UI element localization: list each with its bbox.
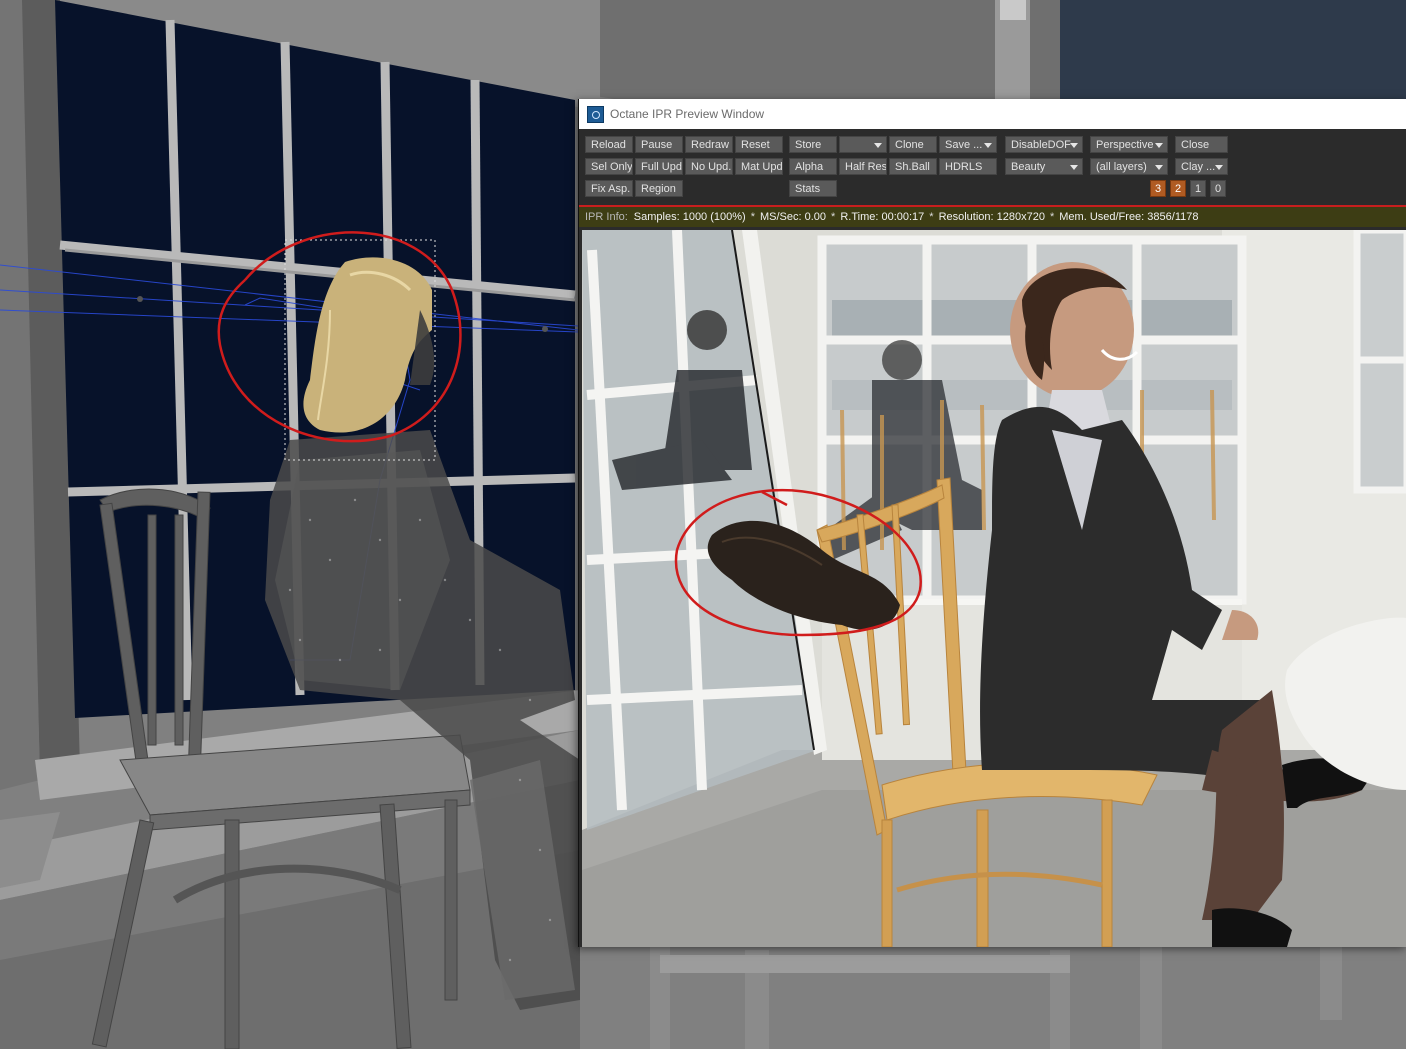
ipr-preview-window[interactable]: Octane IPR Preview Window Reload Pause R…	[578, 99, 1406, 947]
layers-dropdown[interactable]: (all layers)	[1090, 158, 1168, 175]
info-ms-sec: MS/Sec: 0.00	[759, 211, 827, 223]
close-button[interactable]: Close	[1175, 136, 1228, 153]
info-label: IPR Info:	[585, 211, 628, 223]
render-image	[582, 230, 1406, 947]
store-button[interactable]: Store	[789, 136, 837, 153]
octane-app-icon	[587, 105, 604, 123]
no-update-button[interactable]: No Upd.	[685, 158, 733, 175]
gpu-3-toggle[interactable]: 3	[1150, 180, 1166, 197]
title-bar[interactable]: Octane IPR Preview Window	[579, 99, 1406, 129]
fix-aspect-button[interactable]: Fix Asp.	[585, 180, 633, 197]
info-separator: *	[750, 211, 755, 223]
info-resolution: Resolution: 1280x720	[938, 211, 1045, 223]
alpha-button[interactable]: Alpha	[789, 158, 837, 175]
window-title: Octane IPR Preview Window	[610, 107, 765, 121]
half-res-button[interactable]: Half Res	[839, 158, 887, 175]
viewport-backdrop	[1060, 0, 1406, 100]
info-separator: *	[1049, 211, 1055, 223]
reload-button[interactable]: Reload	[585, 136, 633, 153]
reset-button[interactable]: Reset	[735, 136, 783, 153]
render-preview[interactable]	[582, 230, 1406, 947]
pause-button[interactable]: Pause	[635, 136, 683, 153]
pass-dropdown[interactable]: Beauty	[1005, 158, 1083, 175]
camera-dropdown[interactable]: Perspective	[1090, 136, 1168, 153]
gpu-1-toggle[interactable]: 1	[1190, 180, 1206, 197]
stats-button[interactable]: Stats	[789, 180, 837, 197]
clone-button[interactable]: Clone	[889, 136, 937, 153]
gpu-0-toggle[interactable]: 0	[1210, 180, 1226, 197]
info-memory: Mem. Used/Free: 3856/1178	[1059, 211, 1199, 223]
dof-dropdown[interactable]: DisableDOF	[1005, 136, 1083, 153]
info-samples: Samples: 1000 (100%)	[633, 211, 746, 223]
gpu-2-toggle[interactable]: 2	[1170, 180, 1186, 197]
save-dropdown[interactable]: Save ...	[939, 136, 997, 153]
info-render-time: R.Time: 00:00:17	[840, 211, 925, 223]
full-update-button[interactable]: Full Upd.	[635, 158, 683, 175]
ipr-toolbar: Reload Pause Redraw Reset Store Clone Sa…	[579, 129, 1406, 205]
hdrls-button[interactable]: HDRLS	[939, 158, 997, 175]
material-update-button[interactable]: Mat Upd	[735, 158, 783, 175]
store-slot-dropdown[interactable]	[839, 136, 887, 153]
sel-only-button[interactable]: Sel Only	[585, 158, 633, 175]
info-separator: *	[831, 211, 836, 223]
region-button[interactable]: Region	[635, 180, 683, 197]
redraw-button[interactable]: Redraw	[685, 136, 733, 153]
shader-ball-button[interactable]: Sh.Ball	[889, 158, 937, 175]
kernel-dropdown[interactable]: Clay ...	[1175, 158, 1228, 175]
info-separator: *	[929, 211, 934, 223]
ipr-info-bar: IPR Info: Samples: 1000 (100%) * MS/Sec: 0.…	[579, 207, 1406, 227]
